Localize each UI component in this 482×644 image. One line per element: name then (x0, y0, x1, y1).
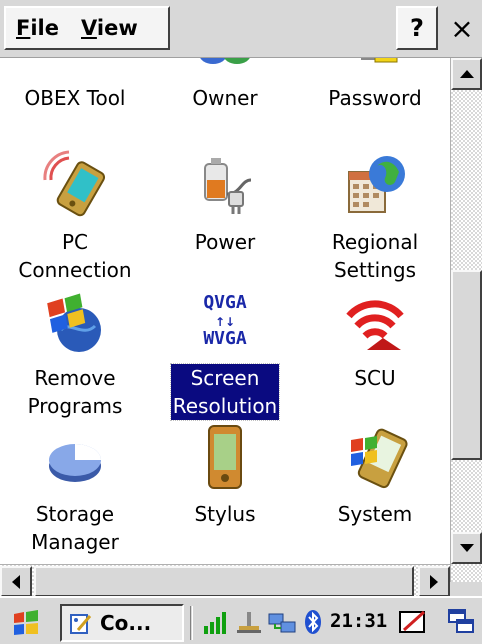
item-screen-resolution[interactable]: QVGA ↑↓ WVGA Screen Resolution (150, 286, 300, 421)
clock[interactable]: 21:31 (330, 610, 387, 632)
start-button[interactable] (6, 606, 46, 640)
item-label: Password (328, 86, 422, 110)
task-label: Co... (100, 611, 152, 635)
item-owner[interactable]: Owner (150, 58, 300, 112)
scu-icon (346, 300, 404, 350)
windows-flag-icon (14, 610, 38, 635)
scroll-down-button[interactable] (451, 532, 482, 564)
item-label: Remove Programs (27, 366, 123, 418)
item-label: Owner (192, 86, 258, 110)
network-icon[interactable] (266, 606, 298, 638)
stylus-icon (208, 425, 242, 489)
scrollbar-corner (450, 582, 482, 596)
item-password[interactable]: Password (300, 58, 450, 112)
arrow-up-icon (459, 70, 474, 78)
close-button[interactable]: × (442, 6, 482, 50)
usb-connection-icon[interactable] (234, 606, 264, 638)
scroll-up-button[interactable] (451, 58, 482, 90)
regional-settings-icon (348, 156, 405, 213)
item-label: Power (194, 230, 256, 254)
screen-resolution-icon: QVGA ↑↓ WVGA (203, 292, 247, 349)
item-storage-manager[interactable]: Storage Manager (0, 422, 150, 556)
owner-icon (200, 58, 250, 64)
obex-icon (39, 58, 111, 68)
arrow-right-icon (430, 574, 438, 589)
bluetooth-icon[interactable] (300, 606, 326, 638)
menu-bar: File View ? × (0, 0, 482, 58)
item-remove-programs[interactable]: Remove Programs (0, 286, 150, 420)
item-power[interactable]: Power (150, 150, 300, 256)
password-icon (361, 58, 398, 63)
menu-group: File View (4, 6, 170, 50)
svg-text:QVGA: QVGA (203, 292, 247, 313)
item-label: Stylus (194, 502, 256, 526)
item-label-selected: Screen Resolution (169, 363, 281, 421)
scroll-left-button[interactable] (0, 566, 32, 597)
vertical-scroll-thumb[interactable] (451, 270, 482, 460)
svg-text:↑↓: ↑↓ (215, 315, 235, 329)
item-label: System (337, 502, 413, 526)
scroll-right-button[interactable] (418, 566, 450, 597)
arrow-down-icon (459, 544, 474, 552)
remove-programs-icon (47, 293, 101, 352)
help-button[interactable]: ? (396, 6, 438, 50)
signal-icon[interactable] (200, 606, 232, 638)
item-label: OBEX Tool (24, 86, 126, 110)
menu-file[interactable]: File (6, 16, 71, 40)
item-label: Regional Settings (331, 230, 419, 282)
tray-separator (190, 606, 193, 640)
svg-text:WVGA: WVGA (203, 328, 247, 349)
vertical-scrollbar[interactable] (450, 58, 482, 582)
control-panel-icon (70, 614, 92, 634)
item-regional-settings[interactable]: Regional Settings (300, 150, 450, 284)
item-label: PC Connection (18, 230, 132, 282)
item-system[interactable]: System (300, 422, 450, 528)
item-label: Storage Manager (31, 502, 119, 554)
arrow-left-icon (12, 574, 20, 589)
horizontal-scrollbar[interactable] (0, 564, 450, 597)
item-scu[interactable]: SCU (300, 286, 450, 392)
power-icon (204, 158, 252, 214)
horizontal-scroll-thumb[interactable] (34, 566, 414, 597)
pc-connection-icon (43, 150, 106, 217)
taskbar: Co... 21:31 (0, 596, 482, 644)
menu-view[interactable]: View (71, 16, 150, 40)
switch-windows-icon[interactable] (444, 606, 478, 638)
item-label: SCU (354, 366, 396, 390)
item-stylus[interactable]: Stylus (150, 422, 300, 528)
input-panel-icon[interactable] (396, 606, 430, 638)
item-pc-connection[interactable]: PC Connection (0, 150, 150, 284)
task-button-control-panel[interactable]: Co... (60, 604, 184, 642)
control-panel-list: OBEX Tool Owner Password PC Connection P… (0, 58, 450, 564)
storage-manager-icon (49, 444, 101, 482)
system-icon (351, 428, 408, 489)
item-obex-tool[interactable]: OBEX Tool (0, 58, 150, 112)
